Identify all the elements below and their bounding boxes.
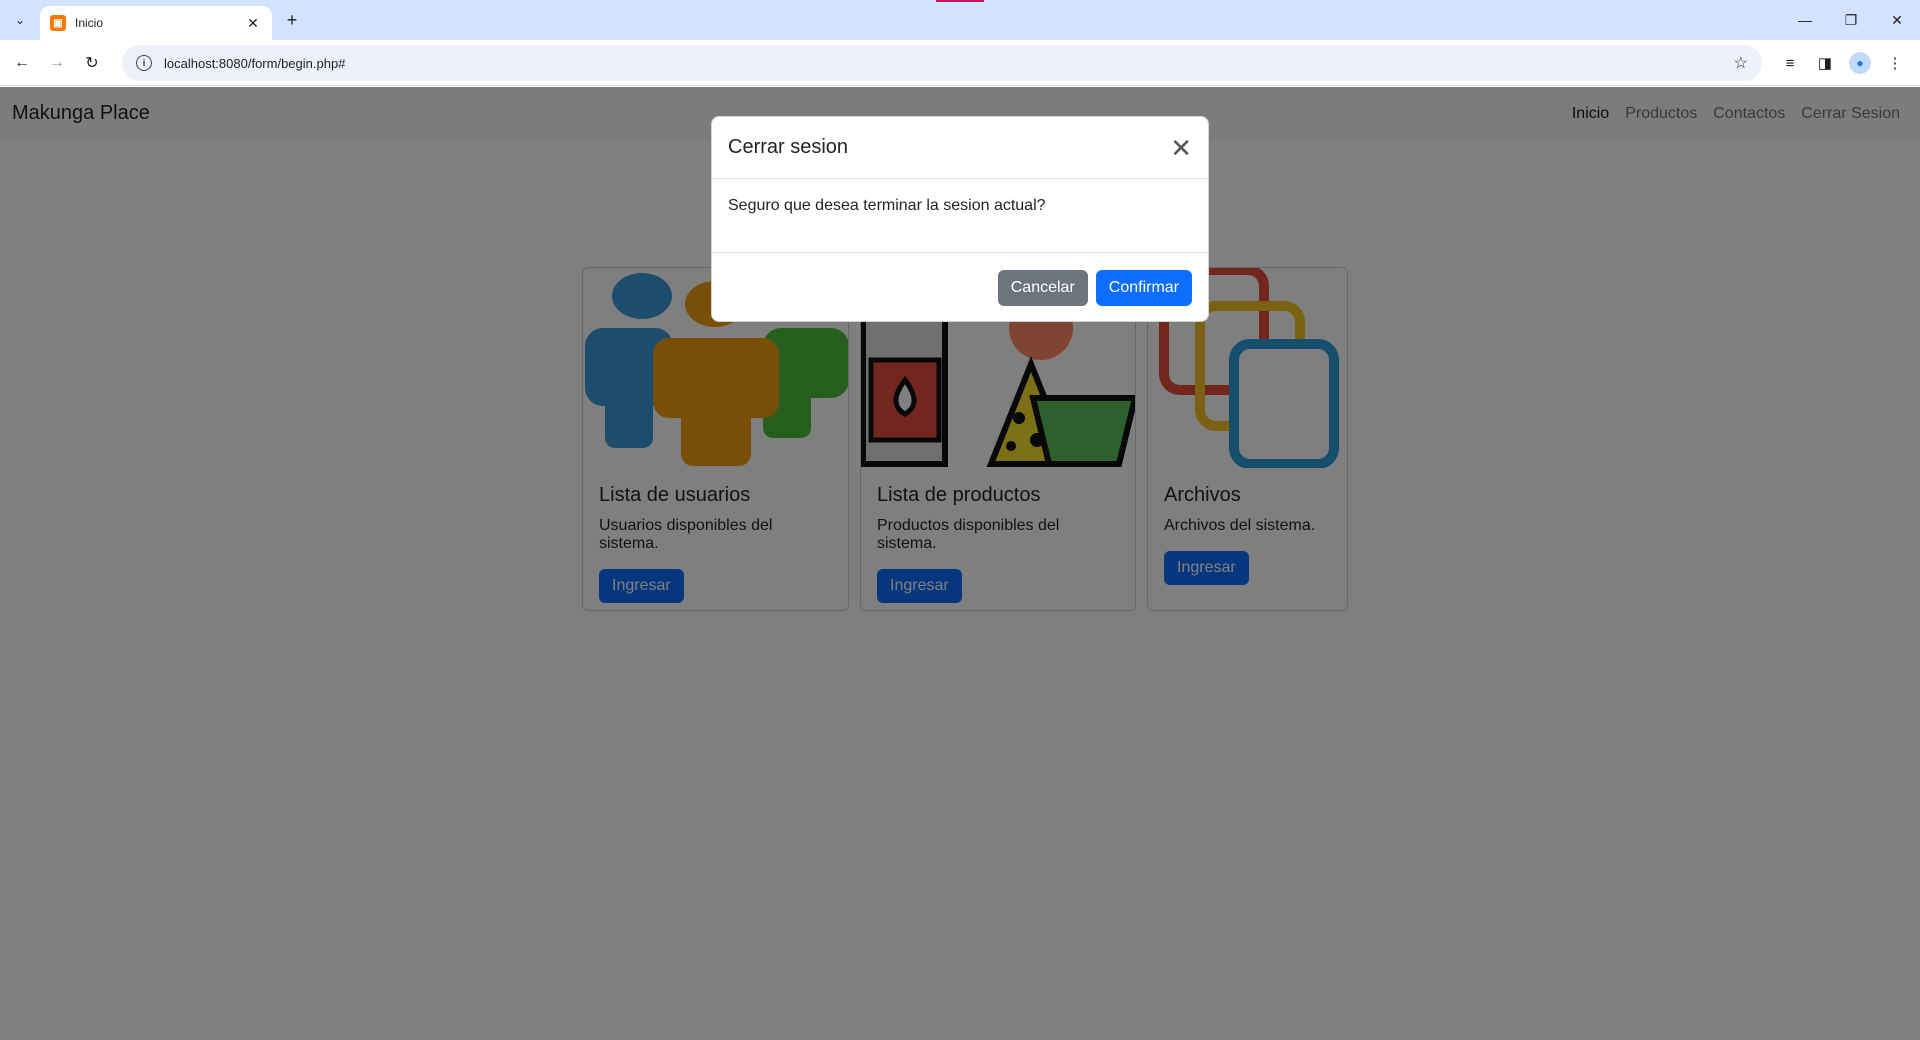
- bookmark-star-icon[interactable]: ☆: [1734, 53, 1748, 73]
- tab-close-icon[interactable]: ✕: [244, 15, 262, 32]
- profile-avatar-icon[interactable]: ●: [1848, 51, 1872, 75]
- new-tab-icon[interactable]: +: [280, 8, 304, 32]
- modal-title: Cerrar sesion: [728, 136, 849, 158]
- top-accent: [936, 0, 984, 2]
- tab-title: Inicio: [75, 16, 104, 30]
- reload-icon[interactable]: ↻: [80, 51, 104, 75]
- confirm-button[interactable]: Confirmar: [1095, 270, 1192, 306]
- media-controls-icon[interactable]: ≡: [1778, 51, 1802, 75]
- window-controls: — ❐ ✕: [1782, 0, 1920, 40]
- restore-icon[interactable]: ❐: [1828, 0, 1874, 40]
- modal-body: Seguro que desea terminar la sesion actu…: [712, 179, 1208, 253]
- favicon-icon: ▣: [50, 15, 66, 31]
- modal-header: Cerrar sesion ✕: [712, 117, 1208, 179]
- browser-tab[interactable]: ▣ Inicio ✕: [40, 6, 272, 40]
- browser-toolbar: ← → ↻ i localhost:8080/form/begin.php# ☆…: [0, 40, 1920, 86]
- minimize-icon[interactable]: —: [1782, 0, 1828, 40]
- menu-kebab-icon[interactable]: ⋮: [1883, 51, 1907, 75]
- forward-icon[interactable]: →: [45, 51, 69, 75]
- close-window-icon[interactable]: ✕: [1874, 0, 1920, 40]
- logout-modal: Cerrar sesion ✕ Seguro que desea termina…: [711, 116, 1209, 322]
- modal-footer: Cancelar Confirmar: [712, 253, 1208, 323]
- tab-search-icon[interactable]: ⌄: [8, 8, 32, 32]
- close-icon[interactable]: ✕: [1170, 135, 1192, 161]
- browser-tabstrip: ⌄ ▣ Inicio ✕ + — ❐ ✕: [0, 0, 1920, 40]
- cancel-button[interactable]: Cancelar: [997, 270, 1088, 306]
- back-icon[interactable]: ←: [10, 51, 34, 75]
- side-panel-icon[interactable]: ◨: [1813, 51, 1837, 75]
- address-bar[interactable]: i localhost:8080/form/begin.php# ☆: [122, 45, 1762, 81]
- site-info-icon[interactable]: i: [136, 55, 152, 71]
- url-text[interactable]: localhost:8080/form/begin.php#: [164, 56, 1734, 71]
